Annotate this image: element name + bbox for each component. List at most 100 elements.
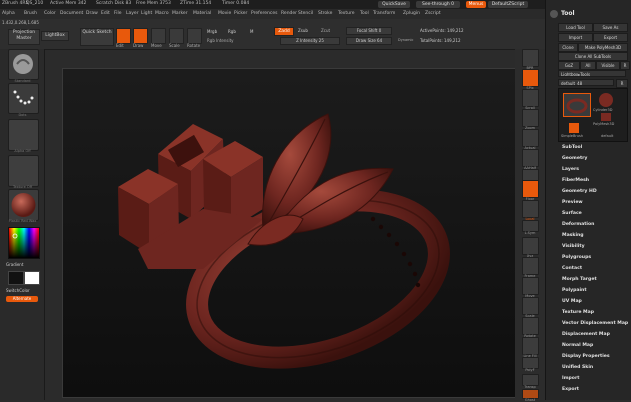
tool-thumb-active[interactable]	[563, 93, 591, 117]
goz-all-button[interactable]: All	[580, 61, 596, 70]
menu-draw[interactable]: Draw	[86, 11, 98, 16]
section-surface[interactable]: Surface	[562, 211, 582, 216]
frame-button[interactable]	[522, 257, 539, 275]
draw-size-slider[interactable]: Draw Size 64	[346, 37, 392, 45]
section-subtool[interactable]: SubTool	[562, 145, 582, 150]
section-masking[interactable]: Masking	[562, 233, 584, 238]
floor-button[interactable]	[522, 180, 539, 198]
section-normal-map[interactable]: Normal Map	[562, 343, 593, 348]
section-texture-map[interactable]: Texture Map	[562, 310, 594, 315]
rgb-intensity-slider[interactable]: Rgb Intensity	[207, 38, 234, 43]
menu-document[interactable]: Document	[60, 11, 83, 16]
menu-movie[interactable]: Movie	[218, 11, 231, 16]
quicksave-button[interactable]: QuickSave	[378, 1, 410, 8]
zadd-toggle[interactable]: Zadd	[274, 27, 294, 36]
menu-stencil[interactable]: Stencil	[298, 11, 313, 16]
aahalf-button[interactable]	[522, 149, 539, 167]
cylinder3d-thumb[interactable]	[599, 93, 613, 107]
actual-button[interactable]	[522, 129, 539, 147]
ring-model[interactable]	[63, 69, 516, 397]
edit-mode-button[interactable]	[116, 28, 131, 44]
section-import[interactable]: Import	[562, 376, 579, 381]
menu-stroke[interactable]: Stroke	[318, 11, 332, 16]
menu-zscript[interactable]: Zscript	[425, 11, 441, 16]
menu-macro[interactable]: Macro	[155, 11, 169, 16]
mrgb-toggle[interactable]: Mrgb	[207, 29, 217, 34]
color-picker[interactable]	[8, 227, 40, 259]
menu-alpha[interactable]: Alpha	[2, 11, 15, 16]
section-preview[interactable]: Preview	[562, 200, 583, 205]
zoom-button[interactable]	[522, 109, 539, 127]
quick-sketch-button[interactable]: Quick Sketch	[80, 28, 114, 46]
menu-marker[interactable]: Marker	[172, 11, 188, 16]
section-visibility[interactable]: Visibility	[562, 244, 585, 249]
rotate-mode-button[interactable]	[187, 28, 202, 44]
current-tool-r-button[interactable]: R	[616, 79, 628, 88]
default-zscript-button[interactable]: DefaultZScript	[488, 1, 528, 8]
menu-tool[interactable]: Tool	[360, 11, 369, 16]
main-color-swatch[interactable]	[24, 271, 40, 285]
load-tool-button[interactable]: Load Tool	[558, 23, 593, 32]
section-export[interactable]: Export	[562, 387, 579, 392]
move-view-button[interactable]	[522, 277, 539, 295]
linefill-button[interactable]	[522, 337, 539, 355]
export-button[interactable]: Export	[593, 33, 628, 42]
switch-color-button[interactable]: SwitchColor	[6, 288, 30, 293]
menus-button[interactable]: Menus	[466, 1, 486, 8]
section-polypaint[interactable]: Polypaint	[562, 288, 587, 293]
section-layers[interactable]: Layers	[562, 167, 579, 172]
clone-all-subtools-button[interactable]: Clone All SubTools	[558, 52, 628, 61]
material-thumb[interactable]	[8, 189, 39, 221]
lightbox-button[interactable]: LightBox	[41, 31, 69, 41]
save-as-button[interactable]: Save As	[593, 23, 628, 32]
alpha-thumb[interactable]	[8, 119, 39, 151]
document-canvas[interactable]	[62, 68, 517, 398]
m-toggle[interactable]: M	[250, 29, 253, 34]
menu-file[interactable]: File	[114, 11, 122, 16]
section-deformation[interactable]: Deformation	[562, 222, 594, 227]
xyz-button[interactable]	[522, 237, 539, 255]
goz-visible-button[interactable]: Visible	[596, 61, 620, 70]
local-button[interactable]	[522, 200, 539, 218]
clone-button[interactable]: Clone	[558, 43, 578, 52]
menu-material[interactable]: Material	[193, 11, 211, 16]
bpr-button[interactable]	[522, 49, 539, 67]
spix-button[interactable]	[522, 69, 539, 87]
simplebrush-thumb[interactable]	[569, 123, 579, 133]
menu-layer[interactable]: Layer	[126, 11, 139, 16]
section-unified-skin[interactable]: Unified Skin	[562, 365, 593, 370]
focal-shift-slider[interactable]: Focal Shift 0	[346, 27, 392, 35]
z-intensity-slider[interactable]: Z Intensity 25	[280, 37, 340, 45]
scale-mode-button[interactable]	[169, 28, 184, 44]
menu-preferences[interactable]: Preferences	[251, 11, 277, 16]
menu-picker[interactable]: Picker	[234, 11, 247, 16]
import-button[interactable]: Import	[558, 33, 593, 42]
tool-collapse-icon[interactable]	[550, 10, 558, 18]
menu-transform[interactable]: Transform	[373, 11, 395, 16]
alternate-button[interactable]: Alternate	[6, 296, 38, 302]
move-mode-button[interactable]	[151, 28, 166, 44]
menu-color[interactable]: Color	[44, 11, 56, 16]
section-geometry[interactable]: Geometry	[562, 156, 587, 161]
section-fibermesh[interactable]: FiberMesh	[562, 178, 589, 183]
section-polygroups[interactable]: Polygroups	[562, 255, 591, 260]
brush-standard-thumb[interactable]	[8, 49, 39, 80]
secondary-color-swatch[interactable]	[8, 271, 24, 285]
section-morph-target[interactable]: Morph Target	[562, 277, 597, 282]
rotate-view-button[interactable]	[522, 317, 539, 335]
rgb-toggle[interactable]: Rgb	[228, 29, 236, 34]
gradient-label[interactable]: Gradient	[6, 262, 23, 267]
menu-edit[interactable]: Edit	[101, 11, 110, 16]
menu-brush[interactable]: Brush	[24, 11, 37, 16]
make-polymesh-button[interactable]: Make PolyMesh3D	[578, 43, 628, 52]
menu-texture[interactable]: Texture	[338, 11, 354, 16]
scroll-button[interactable]	[522, 89, 539, 107]
menu-render[interactable]: Render	[281, 11, 297, 16]
see-through-slider[interactable]: See-through 0	[416, 1, 460, 8]
texture-thumb[interactable]	[8, 155, 39, 187]
goz-r-button[interactable]: R	[620, 61, 630, 70]
section-vector-displacement-map[interactable]: Vector Displacement Map	[562, 321, 628, 326]
section-display-properties[interactable]: Display Properties	[562, 354, 610, 359]
scale-view-button[interactable]	[522, 297, 539, 315]
menu-zplugin[interactable]: Zplugin	[403, 11, 420, 16]
